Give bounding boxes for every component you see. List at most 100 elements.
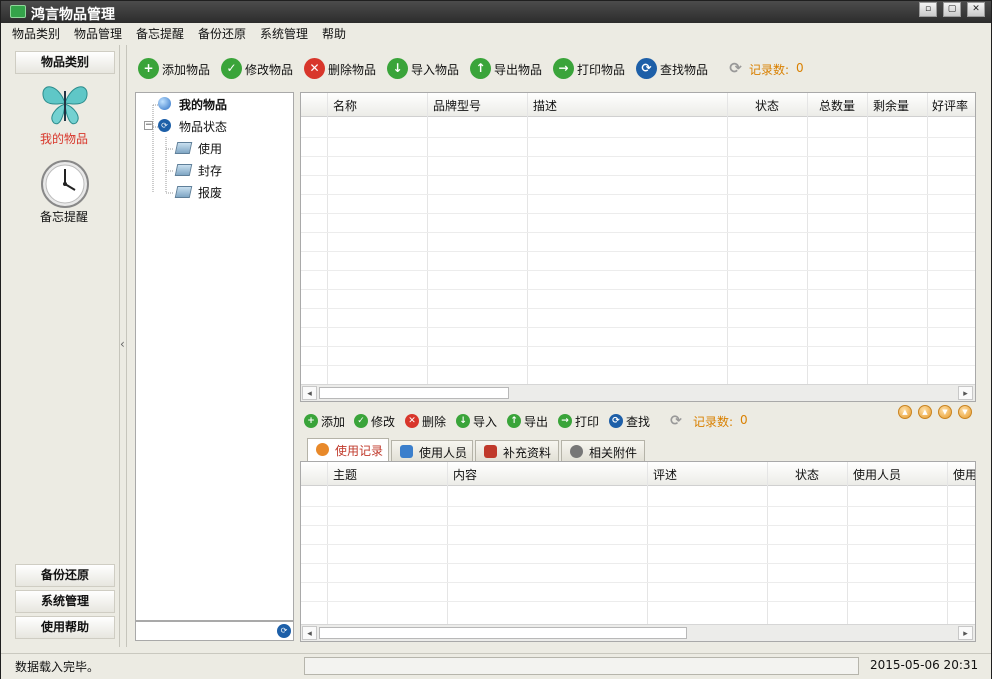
import-icon: ↓ <box>387 58 408 79</box>
add-icon: + <box>304 414 318 428</box>
print-icon: → <box>558 414 572 428</box>
export-icon: ↑ <box>507 414 521 428</box>
users-icon <box>400 445 413 458</box>
search-icon: ⟳ <box>636 58 657 79</box>
title-bar[interactable]: 鸿言物品管理 ▫ ▢ ✕ <box>1 1 991 23</box>
record-count-label: 记录数: <box>749 63 790 77</box>
detail-grid-header: 主题 内容 评述 状态 使用人员 使用 <box>301 462 975 486</box>
status-bar: 数据载入完毕。 2015-05-06 20:31 <box>1 653 991 679</box>
column-header-brand[interactable]: 品牌型号 <box>433 97 481 114</box>
move-top-icon[interactable]: ▲ <box>898 405 912 419</box>
tree-search-input[interactable]: ⟳ <box>135 621 294 641</box>
minimize-button[interactable]: ▫ <box>919 2 937 17</box>
scroll-left-icon[interactable]: ◂ <box>302 386 317 400</box>
detail-grid-hscrollbar[interactable]: ◂ ▸ <box>301 624 975 641</box>
tab-supplementary[interactable]: 补充资料 <box>475 440 559 461</box>
collapse-arrow-icon[interactable]: ‹ <box>120 337 125 351</box>
export-icon: ↑ <box>470 58 491 79</box>
column-header-user[interactable]: 使用人员 <box>853 466 901 483</box>
scroll-thumb[interactable] <box>319 627 687 639</box>
items-grid-header: 名称 品牌型号 描述 状态 总数量 剩余量 好评率 <box>301 93 975 117</box>
folder-icon <box>174 164 193 176</box>
close-button[interactable]: ✕ <box>967 2 985 17</box>
print-icon: → <box>553 58 574 79</box>
books-icon <box>484 445 497 458</box>
sidebar-item-my-items[interactable]: 我的物品 <box>21 81 107 146</box>
detail-toolbar: + 添加 ✓ 修改 ✕ 删除 ↓ 导入 ↑ 导出 → 打印 ⟳ 查找 ⟳ 记录数 <box>301 409 761 433</box>
menu-bar: 物品类别 物品管理 备忘提醒 备份还原 系统管理 帮助 <box>1 23 991 43</box>
category-tree: 我的物品 − ⟳ 物品状态 使用 封存 报废 <box>135 92 294 621</box>
status-datetime: 2015-05-06 20:31 <box>870 658 979 672</box>
record-icon <box>316 443 329 456</box>
column-header-usage[interactable]: 使用 <box>953 466 975 483</box>
main-toolbar: + 添加物品 ✓ 修改物品 ✕ 删除物品 ↓ 导入物品 ↑ 导出物品 → 打印物… <box>133 53 973 83</box>
column-header-topic[interactable]: 主题 <box>333 466 357 483</box>
sidebar-system-button[interactable]: 系统管理 <box>15 590 115 613</box>
paperclip-icon <box>570 445 583 458</box>
sidebar-item-label: 备忘提醒 <box>39 210 88 224</box>
main-window: 鸿言物品管理 ▫ ▢ ✕ 物品类别 物品管理 备忘提醒 备份还原 系统管理 帮助… <box>0 0 992 679</box>
scroll-left-icon[interactable]: ◂ <box>302 626 317 640</box>
status-message: 数据载入完毕。 <box>15 660 100 674</box>
window-title: 鸿言物品管理 <box>31 7 115 23</box>
sidebar-backup-button[interactable]: 备份还原 <box>15 564 115 587</box>
sidebar-header-category[interactable]: 物品类别 <box>15 51 115 74</box>
record-count-label: 记录数: <box>693 415 734 429</box>
detail-grid: 主题 内容 评述 状态 使用人员 使用 ◂ ▸ <box>300 461 976 642</box>
column-header-status[interactable]: 状态 <box>755 97 779 114</box>
column-header-content[interactable]: 内容 <box>453 466 477 483</box>
sidebar-item-label: 我的物品 <box>39 132 88 146</box>
globe-icon <box>158 97 171 110</box>
progress-bar <box>304 657 859 675</box>
delete-icon: ✕ <box>304 58 325 79</box>
column-header-name[interactable]: 名称 <box>333 97 357 114</box>
menu-item-items[interactable]: 物品管理 <box>74 25 122 42</box>
search-icon: ⟳ <box>609 414 623 428</box>
menu-item-reminder[interactable]: 备忘提醒 <box>136 25 184 42</box>
tab-usage-records[interactable]: 使用记录 <box>307 438 389 462</box>
menu-item-category[interactable]: 物品类别 <box>12 25 60 42</box>
move-up-icon[interactable]: ▲ <box>918 405 932 419</box>
status-node-icon: ⟳ <box>158 119 171 132</box>
record-count-value: 0 <box>740 413 748 427</box>
items-grid-hscrollbar[interactable]: ◂ ▸ <box>301 384 975 401</box>
collapse-toggle-icon[interactable]: − <box>144 121 153 130</box>
tab-attachments[interactable]: 相关附件 <box>561 440 645 461</box>
clock-icon <box>41 160 89 208</box>
app-icon <box>10 5 26 18</box>
column-header-rating[interactable]: 好评率 <box>932 97 968 114</box>
column-header-total[interactable]: 总数量 <box>819 97 855 114</box>
menu-item-help[interactable]: 帮助 <box>322 25 346 42</box>
refresh-icon: ⟳ <box>670 413 682 429</box>
column-header-comment[interactable]: 评述 <box>653 466 677 483</box>
sidebar: 物品类别 我的物品 备忘提醒 备份还原 系统管理 使用帮助 <box>7 47 119 647</box>
column-header-remaining[interactable]: 剩余量 <box>873 97 909 114</box>
menu-item-backup[interactable]: 备份还原 <box>198 25 246 42</box>
record-count-value: 0 <box>796 61 804 75</box>
tab-users[interactable]: 使用人员 <box>391 440 473 461</box>
move-bottom-icon[interactable]: ▼ <box>958 405 972 419</box>
scroll-right-icon[interactable]: ▸ <box>958 626 973 640</box>
folder-icon <box>174 186 193 198</box>
sidebar-help-button[interactable]: 使用帮助 <box>15 616 115 639</box>
items-grid: 名称 品牌型号 描述 状态 总数量 剩余量 好评率 ◂ ▸ <box>300 92 976 402</box>
move-down-icon[interactable]: ▼ <box>938 405 952 419</box>
folder-icon <box>174 142 193 154</box>
check-icon: ✓ <box>354 414 368 428</box>
maximize-button[interactable]: ▢ <box>943 2 961 17</box>
column-header-description[interactable]: 描述 <box>533 97 557 114</box>
delete-icon: ✕ <box>405 414 419 428</box>
detail-tabs: 使用记录 使用人员 补充资料 相关附件 <box>301 438 975 462</box>
sidebar-splitter[interactable]: ‹ <box>119 45 127 647</box>
sidebar-item-reminder[interactable]: 备忘提醒 <box>21 159 107 224</box>
scroll-thumb[interactable] <box>319 387 509 399</box>
check-icon: ✓ <box>221 58 242 79</box>
add-icon: + <box>138 58 159 79</box>
column-header-status[interactable]: 状态 <box>795 466 819 483</box>
menu-item-system[interactable]: 系统管理 <box>260 25 308 42</box>
search-icon[interactable]: ⟳ <box>277 624 291 638</box>
import-icon: ↓ <box>456 414 470 428</box>
refresh-icon: ⟳ <box>729 59 742 77</box>
butterfly-icon <box>42 86 88 125</box>
scroll-right-icon[interactable]: ▸ <box>958 386 973 400</box>
